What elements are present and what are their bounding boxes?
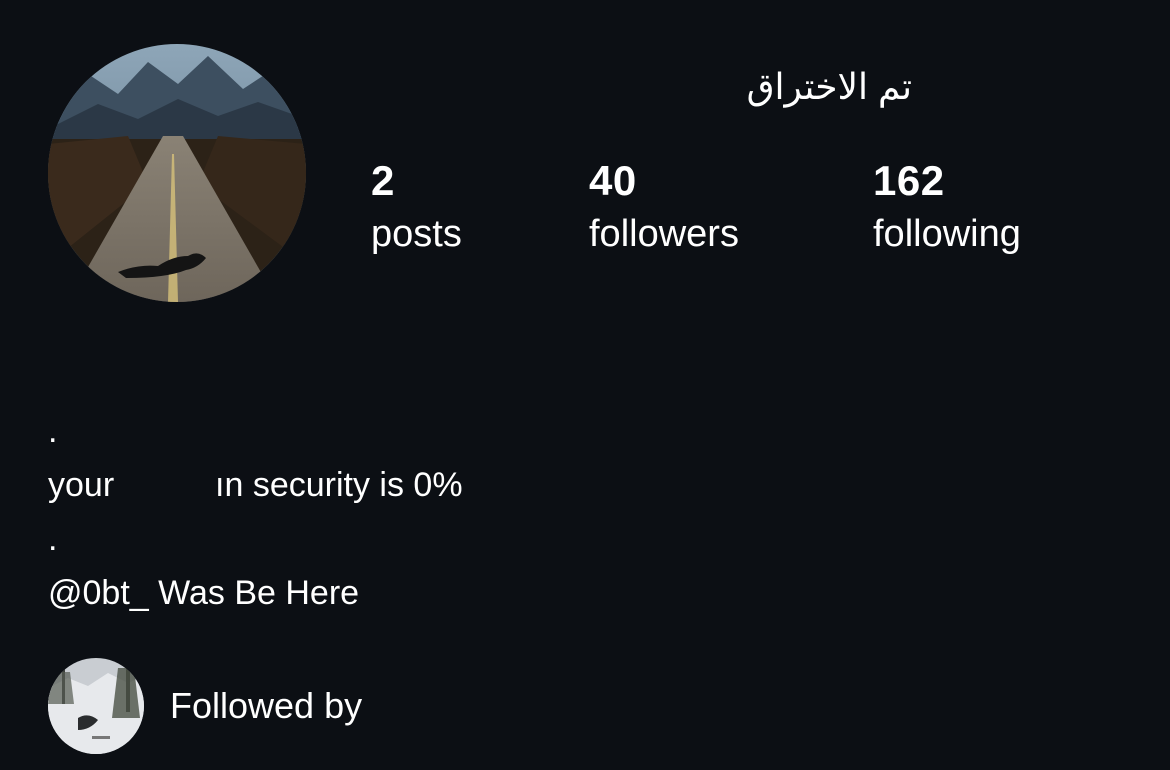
stat-following[interactable]: 162 following <box>873 156 1021 262</box>
followers-label: followers <box>589 213 739 255</box>
bio-line-end: ın security is 0% <box>215 466 463 504</box>
stat-followers[interactable]: 40 followers <box>589 156 739 262</box>
follower-avatar[interactable] <box>48 658 144 754</box>
bio-mention-line[interactable]: @0bt_ Was Be Here <box>48 566 463 620</box>
profile-bio: . your ın security is 0% . @0bt_ Was Be … <box>48 404 463 620</box>
stat-posts[interactable]: 2 posts <box>371 156 462 262</box>
follower-avatar-image <box>48 658 144 754</box>
following-count: 162 <box>873 157 945 204</box>
followed-by-row[interactable]: Followed by <box>48 658 362 754</box>
following-label: following <box>873 213 1021 255</box>
bio-line-start: your <box>48 466 115 504</box>
redaction-block <box>123 472 206 503</box>
bio-dot: . <box>48 412 58 450</box>
followers-count: 40 <box>589 157 637 204</box>
profile-avatar-image <box>48 44 306 302</box>
profile-avatar[interactable] <box>48 44 306 302</box>
posts-count: 2 <box>371 157 395 204</box>
profile-display-name: تم الاختراق <box>746 66 912 107</box>
posts-label: posts <box>371 213 462 255</box>
bio-line: your ın security is 0% <box>48 458 463 512</box>
followed-by-label: Followed by <box>170 685 363 726</box>
bio-dot: . <box>48 520 58 558</box>
